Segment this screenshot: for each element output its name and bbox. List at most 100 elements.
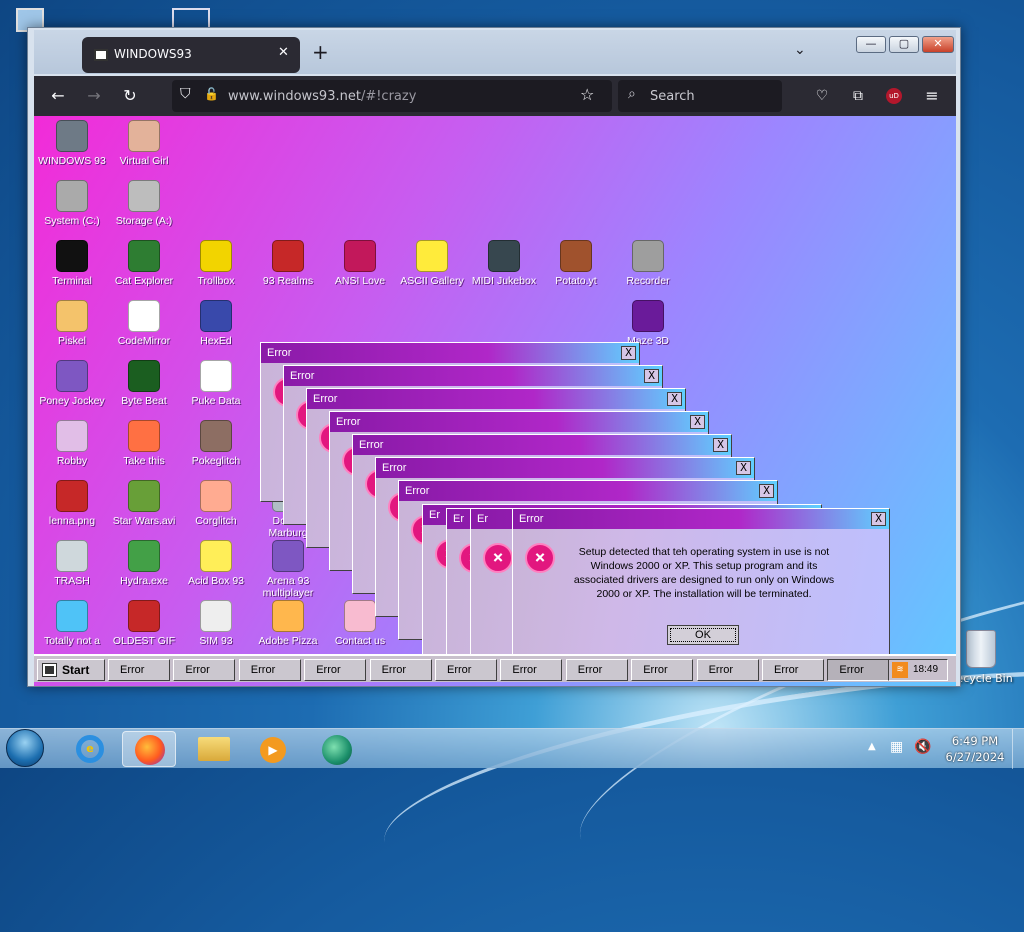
error-window-close-button[interactable]: X: [759, 484, 774, 498]
error-window-titlebar[interactable]: Error: [330, 412, 708, 432]
nav-bar: ← → ↻ ⛉ 🔓 www.windows93.net/#!crazy ☆ ⌕ …: [34, 76, 956, 116]
w93-icon-byte-beat[interactable]: Byte Beat: [108, 360, 180, 407]
w93-icon-virtual-girl[interactable]: Virtual Girl: [108, 120, 180, 167]
extensions-icon[interactable]: ⧉: [846, 84, 870, 108]
close-window-button[interactable]: ✕: [922, 36, 954, 53]
w93-icon-sim-93[interactable]: SIM 93: [180, 600, 252, 647]
w93-icon-piskel[interactable]: Piskel: [36, 300, 108, 347]
w93-icon-oldest-gif[interactable]: OLDEST GIF: [108, 600, 180, 647]
w93-icon-label: Take this: [123, 455, 165, 467]
error-window-close-button[interactable]: X: [713, 438, 728, 452]
w93-icon-robby[interactable]: Robby: [36, 420, 108, 467]
error-dialog[interactable]: Error X × Setup detected that teh operat…: [512, 508, 890, 656]
error-window-titlebar[interactable]: Error: [353, 435, 731, 455]
taskbar-media-player[interactable]: ▶: [246, 731, 300, 767]
list-tabs-icon[interactable]: ⌄: [794, 42, 806, 58]
w93-icon-system-c-[interactable]: System (C:): [36, 180, 108, 227]
w93-icon-trollbox[interactable]: Trollbox: [180, 240, 252, 287]
ok-button[interactable]: OK: [667, 625, 739, 645]
error-window-titlebar[interactable]: Error: [399, 481, 777, 501]
taskbar-firefox[interactable]: [122, 731, 176, 767]
lock-icon[interactable]: 🔓: [204, 87, 219, 101]
w93-icon-93-realms[interactable]: 93 Realms: [252, 240, 324, 287]
win7-clock[interactable]: 6:49 PM 6/27/2024: [944, 733, 1006, 765]
tab-windows93[interactable]: WINDOWS93 ✕: [82, 37, 300, 73]
error-window-close-button[interactable]: X: [621, 346, 636, 360]
w93-icon-arena-93-multiplayer[interactable]: Arena 93 multiplayer: [252, 540, 324, 599]
w93-icon-midi-jukebox[interactable]: MIDI Jukebox: [468, 240, 540, 287]
w93-icon-terminal[interactable]: Terminal: [36, 240, 108, 287]
minimize-button[interactable]: —: [856, 36, 886, 53]
taskbar-explorer[interactable]: [186, 731, 240, 767]
desktop-top-icon[interactable]: [172, 8, 210, 28]
error-window-titlebar[interactable]: Error: [307, 389, 685, 409]
w93-icon-trash[interactable]: TRASH: [36, 540, 108, 587]
w93-icon-lenna-png[interactable]: lenna.png: [36, 480, 108, 527]
pocket-icon[interactable]: ♡: [810, 84, 834, 108]
show-hidden-icons[interactable]: ▲: [868, 741, 876, 752]
w93-icon-codemirror[interactable]: CodeMirror: [108, 300, 180, 347]
w93-icon-hydra-exe[interactable]: Hydra.exe: [108, 540, 180, 587]
w93-taskbar-error-button[interactable]: Error: [827, 659, 890, 681]
back-icon[interactable]: ←: [46, 84, 70, 108]
w93-icon-potato-yt[interactable]: Potato.yt: [540, 240, 612, 287]
w93-icon-poney-jockey[interactable]: Poney Jockey: [36, 360, 108, 407]
menu-icon[interactable]: ≡: [920, 84, 944, 108]
w93-taskbar-error-button[interactable]: Error: [435, 659, 497, 681]
w93-taskbar-error-button[interactable]: Error: [631, 659, 694, 681]
w93-icon-acid-box-93[interactable]: Acid Box 93: [180, 540, 252, 587]
volume-muted-icon[interactable]: 🔇: [914, 739, 931, 755]
w93-icon-label: System (C:): [44, 215, 100, 227]
show-desktop-button[interactable]: [1012, 729, 1024, 769]
error-dialog-close-button[interactable]: X: [871, 512, 886, 526]
w93-icon-cat-explorer[interactable]: Cat Explorer: [108, 240, 180, 287]
w93-icon-hexed[interactable]: HexEd: [180, 300, 252, 347]
error-window-close-button[interactable]: X: [667, 392, 682, 406]
w93-icon-corglitch[interactable]: Corglitch: [180, 480, 252, 527]
w93-taskbar-error-button[interactable]: Error: [108, 659, 170, 681]
new-tab-button[interactable]: +: [312, 40, 329, 64]
error-dialog-titlebar[interactable]: Error: [513, 509, 889, 529]
w93-taskbar-error-button[interactable]: Error: [500, 659, 563, 681]
w93-icon-adobe-pizza[interactable]: Adobe Pizza: [252, 600, 324, 647]
forward-icon[interactable]: →: [82, 84, 106, 108]
w93-icon-storage-a-[interactable]: Storage (A:): [108, 180, 180, 227]
search-bar[interactable]: ⌕ Search: [618, 80, 782, 112]
start-button[interactable]: Start: [37, 659, 105, 681]
shield-icon[interactable]: ⛉: [180, 86, 191, 102]
ublock-icon[interactable]: uD: [886, 88, 902, 104]
w93-taskbar-error-button[interactable]: Error: [238, 659, 301, 681]
w93-icon-ascii-gallery[interactable]: ASCII Gallery: [396, 240, 468, 287]
taskbar-internet-explorer[interactable]: e: [62, 731, 116, 767]
w93-taskbar-error-button[interactable]: Error: [173, 659, 236, 681]
w93-icon-totally-not-a[interactable]: Totally not a: [36, 600, 108, 647]
error-window-close-button[interactable]: X: [736, 461, 751, 475]
w93-taskbar-error-button[interactable]: Error: [762, 659, 824, 681]
w93-icon-pokeglitch[interactable]: Pokeglitch: [180, 420, 252, 467]
url-bar[interactable]: ⛉ 🔓 www.windows93.net/#!crazy ☆: [172, 80, 612, 112]
w93-taskbar-error-button[interactable]: Error: [565, 659, 628, 681]
windows7-start-orb[interactable]: [6, 729, 44, 767]
w93-icon-windows-93[interactable]: WINDOWS 93: [36, 120, 108, 167]
w93-taskbar-error-button[interactable]: Error: [304, 659, 367, 681]
reload-icon[interactable]: ↻: [118, 84, 142, 108]
w93-icon-puke-data[interactable]: Puke Data: [180, 360, 252, 407]
w93-taskbar-error-button[interactable]: Error: [696, 659, 759, 681]
taskbar-app[interactable]: [308, 731, 362, 767]
w93-icon-recorder[interactable]: Recorder: [612, 240, 684, 287]
maximize-button[interactable]: ▢: [889, 36, 919, 53]
w93-icon-star-wars-avi[interactable]: Star Wars.avi: [108, 480, 180, 527]
error-window-close-button[interactable]: X: [690, 415, 705, 429]
error-window-titlebar[interactable]: Error: [376, 458, 754, 478]
network-icon[interactable]: ▦: [890, 739, 903, 755]
w93-taskbar-error-button[interactable]: Error: [369, 659, 432, 681]
w93-icon-take-this[interactable]: Take this: [108, 420, 180, 467]
error-window-close-button[interactable]: X: [644, 369, 659, 383]
close-tab-icon[interactable]: ✕: [278, 45, 289, 60]
rss-icon[interactable]: ≋: [892, 662, 908, 678]
error-window-titlebar[interactable]: Error: [284, 366, 662, 386]
w93-icon-ansi-love[interactable]: ANSI Love: [324, 240, 396, 287]
bookmark-star-icon[interactable]: ☆: [580, 85, 594, 104]
error-window-titlebar[interactable]: Error: [261, 343, 639, 363]
w93-icon-maze-3d[interactable]: Maze 3D: [612, 300, 684, 347]
